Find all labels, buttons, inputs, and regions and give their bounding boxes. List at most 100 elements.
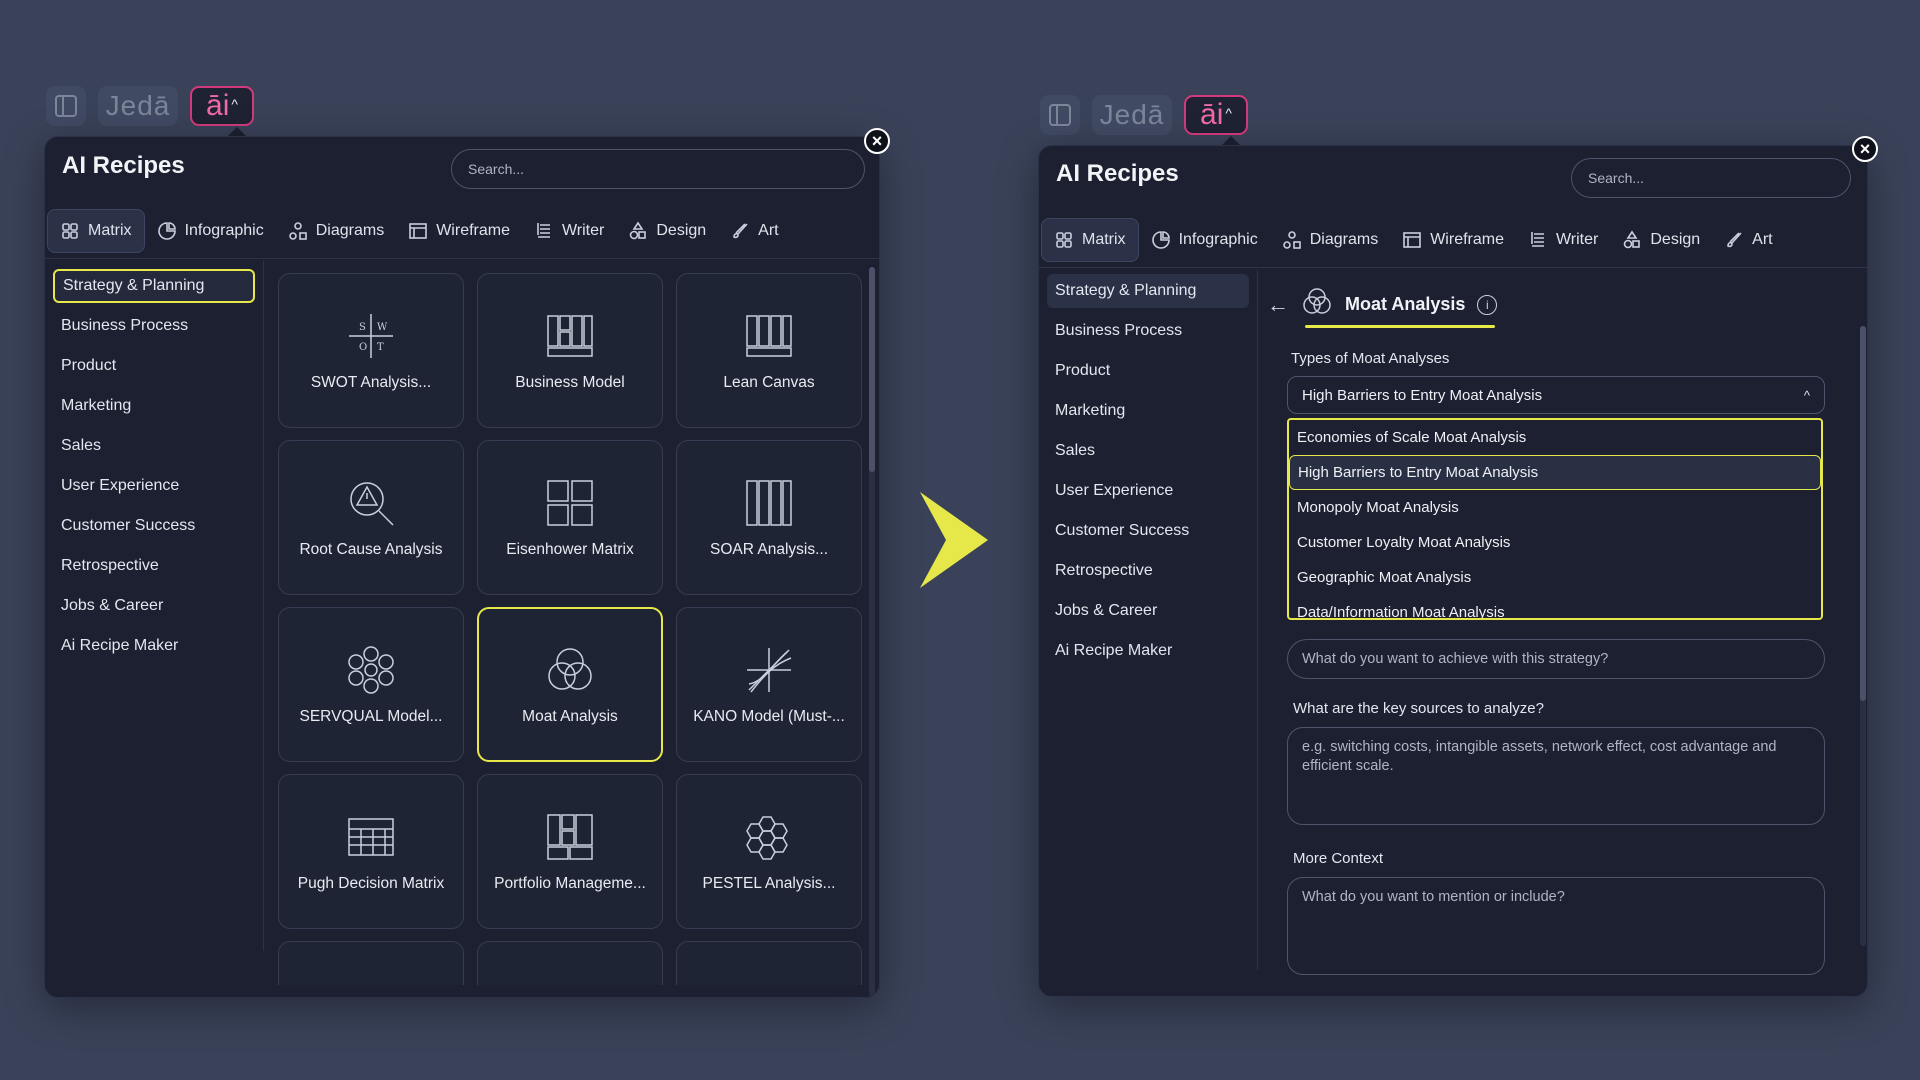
transition-arrow-icon: [920, 492, 988, 588]
dropdown-option-high-barriers-to-entry-moat-analysis[interactable]: High Barriers to Entry Moat Analysis: [1289, 455, 1821, 490]
tab-label: Wireframe: [1430, 231, 1504, 248]
dropdown-option-geographic-moat-analysis[interactable]: Geographic Moat Analysis: [1289, 560, 1821, 595]
ai-menu-button[interactable]: āi ^: [190, 86, 254, 126]
scene: Jedā āi ^ AI Recipes Matrix Infographic Di…: [0, 0, 1920, 1080]
recipe-card-partial[interactable]: [676, 941, 862, 985]
tab-label: Infographic: [1178, 231, 1258, 248]
brush-icon: [733, 223, 748, 239]
recipe-card-business-model[interactable]: Business Model: [477, 273, 663, 428]
sidebar-item-user-experience[interactable]: User Experience: [1047, 474, 1249, 508]
tab-label: Writer: [1555, 231, 1599, 248]
tab-label: Design: [656, 222, 707, 239]
tab-label: Matrix: [1082, 231, 1126, 248]
grid-icon: [62, 223, 78, 239]
search-input[interactable]: [1571, 158, 1851, 198]
sidebar-item-business-process[interactable]: Business Process: [53, 309, 255, 343]
chevron-up-icon: ^: [231, 96, 238, 112]
sidebar-item-sales[interactable]: Sales: [53, 429, 255, 463]
columns-icon: [746, 479, 792, 526]
tab-matrix[interactable]: Matrix: [1041, 218, 1139, 262]
tab-infographic[interactable]: Infographic: [1139, 218, 1270, 262]
sidebar-item-retrospective[interactable]: Retrospective: [1047, 554, 1249, 588]
tab-art[interactable]: Art: [718, 209, 790, 253]
sidebar-divider: [263, 261, 264, 951]
recipe-card-servqual-model[interactable]: SERVQUAL Model...: [278, 607, 464, 762]
sidebar-item-customer-success[interactable]: Customer Success: [1047, 514, 1249, 548]
sidebar-item-retrospective[interactable]: Retrospective: [53, 549, 255, 583]
goal-input[interactable]: [1287, 639, 1825, 679]
dropdown-option-economies-of-scale-moat-analysis[interactable]: Economies of Scale Moat Analysis: [1289, 420, 1821, 455]
tab-design[interactable]: Design: [1610, 218, 1712, 262]
sidebar-item-marketing[interactable]: Marketing: [1047, 394, 1249, 428]
sidebar-item-business-process[interactable]: Business Process: [1047, 314, 1249, 348]
sidebar-item-strategy-planning[interactable]: Strategy & Planning: [1047, 274, 1249, 308]
dropdown-option-data-information-moat-analysis[interactable]: Data/Information Moat Analysis: [1289, 595, 1821, 618]
dropdown-option-monopoly-moat-analysis[interactable]: Monopoly Moat Analysis: [1289, 490, 1821, 525]
dropdown-option-customer-loyalty-moat-analysis[interactable]: Customer Loyalty Moat Analysis: [1289, 525, 1821, 560]
form-scrollbar-thumb[interactable]: [1860, 326, 1866, 701]
card-label: Moat Analysis: [522, 707, 618, 725]
magnifier-warning-icon: [350, 481, 394, 526]
left-close-button[interactable]: ×: [864, 128, 890, 154]
grid-scrollbar-thumb[interactable]: [869, 267, 875, 472]
moat-type-select[interactable]: High Barriers to Entry Moat Analysis ^: [1287, 376, 1825, 414]
sidebar-item-sales[interactable]: Sales: [1047, 434, 1249, 468]
tab-wireframe[interactable]: Wireframe: [396, 209, 522, 253]
left-ai-recipes-panel: AI Recipes Matrix Infographic Diagrams Wire…: [44, 136, 880, 998]
recipe-card-lean-canvas[interactable]: Lean Canvas: [676, 273, 862, 428]
sidebar-toggle-button[interactable]: [1040, 95, 1080, 135]
sources-textarea[interactable]: [1287, 727, 1825, 825]
wireframe-icon: [409, 223, 428, 239]
recipe-card-eisenhower-matrix[interactable]: Eisenhower Matrix: [477, 440, 663, 595]
panel-title: AI Recipes: [1056, 160, 1179, 187]
sidebar-item-product[interactable]: Product: [1047, 354, 1249, 388]
tab-writer[interactable]: Writer: [1516, 218, 1610, 262]
recipe-card-pestel-analysis[interactable]: PESTEL Analysis...: [676, 774, 862, 929]
tab-diagrams[interactable]: Diagrams: [1270, 218, 1390, 262]
recipe-card-soar-analysis[interactable]: SOAR Analysis...: [676, 440, 862, 595]
tab-infographic[interactable]: Infographic: [145, 209, 276, 253]
svg-text:W: W: [377, 322, 388, 333]
tab-matrix[interactable]: Matrix: [47, 209, 145, 253]
sidebar-item-marketing[interactable]: Marketing: [53, 389, 255, 423]
sidebar-item-jobs-career[interactable]: Jobs & Career: [53, 589, 255, 623]
context-textarea[interactable]: [1287, 877, 1825, 975]
tab-art[interactable]: Art: [1712, 218, 1784, 262]
right-close-button[interactable]: ×: [1852, 136, 1878, 162]
sidebar-item-user-experience[interactable]: User Experience: [53, 469, 255, 503]
recipe-name: Moat Analysis: [1345, 294, 1466, 314]
sidebar-item-ai-recipe-maker[interactable]: Ai Recipe Maker: [1047, 634, 1249, 668]
recipe-card-root-cause-analysis[interactable]: Root Cause Analysis: [278, 440, 464, 595]
tab-label: Wireframe: [436, 222, 510, 239]
tab-diagrams[interactable]: Diagrams: [276, 209, 396, 253]
recipe-card-partial[interactable]: [477, 941, 663, 985]
tab-label: Writer: [561, 222, 605, 239]
recipe-card-pugh-decision-matrix[interactable]: Pugh Decision Matrix: [278, 774, 464, 929]
recipe-card-partial[interactable]: [278, 941, 464, 985]
sidebar-item-jobs-career[interactable]: Jobs & Career: [1047, 594, 1249, 628]
svg-text:O: O: [359, 342, 367, 353]
recipe-card-portfolio-manageme[interactable]: Portfolio Manageme...: [477, 774, 663, 929]
lean-canvas-icon: [746, 314, 792, 357]
recipe-card-moat-analysis[interactable]: Moat Analysis: [477, 607, 663, 762]
recipe-card-kano-model-must[interactable]: KANO Model (Must-...: [676, 607, 862, 762]
ai-menu-button[interactable]: āi ^: [1184, 95, 1248, 135]
diagram-icon: [1282, 231, 1301, 249]
tab-wireframe[interactable]: Wireframe: [1390, 218, 1516, 262]
sidebar-item-customer-success[interactable]: Customer Success: [53, 509, 255, 543]
tab-writer[interactable]: Writer: [522, 209, 616, 253]
sidebar-toggle-button[interactable]: [46, 86, 86, 126]
sidebar-item-strategy-planning[interactable]: Strategy & Planning: [53, 269, 255, 303]
sidebar-item-ai-recipe-maker[interactable]: Ai Recipe Maker: [53, 629, 255, 663]
jeda-logo[interactable]: Jedā: [98, 86, 178, 126]
back-arrow-icon[interactable]: ←: [1267, 292, 1289, 318]
info-icon[interactable]: i: [1477, 294, 1498, 315]
card-label: SWOT Analysis...: [310, 373, 432, 391]
sidebar-item-product[interactable]: Product: [53, 349, 255, 383]
tab-label: Diagrams: [1309, 231, 1379, 248]
recipe-card-swot-analysis[interactable]: S W O T SWOT Analysis...: [278, 273, 464, 428]
tab-design[interactable]: Design: [616, 209, 718, 253]
jeda-logo[interactable]: Jedā: [1092, 95, 1172, 135]
search-input[interactable]: [451, 149, 865, 189]
brush-icon: [1727, 232, 1742, 248]
